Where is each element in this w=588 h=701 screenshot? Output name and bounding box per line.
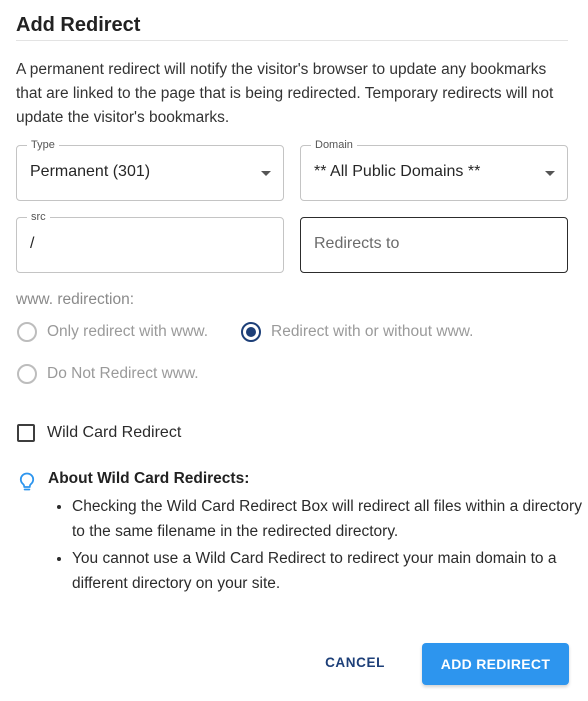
wildcard-redirect-checkbox[interactable]: Wild Card Redirect (17, 424, 181, 442)
radio-do-not-redirect-www[interactable]: Do Not Redirect www. (17, 364, 199, 384)
radio-label: Do Not Redirect www. (47, 365, 199, 382)
domain-select-value: ** All Public Domains ** (314, 163, 481, 180)
chevron-down-icon (261, 171, 271, 176)
info-title: About Wild Card Redirects: (48, 470, 250, 487)
info-list: Checking the Wild Card Redirect Box will… (48, 494, 588, 598)
info-list-item: You cannot use a Wild Card Redirect to r… (72, 546, 588, 596)
wildcard-redirect-label: Wild Card Redirect (47, 424, 182, 441)
info-list-item: Checking the Wild Card Redirect Box will… (72, 494, 588, 544)
radio-label: Only redirect with www. (47, 323, 209, 340)
radio-label: Redirect with or without www. (271, 323, 474, 340)
type-select[interactable]: Type Permanent (301) (16, 138, 284, 201)
cancel-button[interactable]: CANCEL (312, 648, 398, 676)
checkbox-icon (17, 424, 35, 442)
domain-select[interactable]: Domain ** All Public Domains ** (300, 138, 568, 201)
chevron-down-icon (545, 171, 555, 176)
www-redirection-label: www. redirection: (16, 291, 135, 308)
add-redirect-button[interactable]: ADD REDIRECT (422, 643, 569, 685)
dialog-title: Add Redirect (16, 14, 141, 36)
dialog-description: A permanent redirect will notify the vis… (16, 61, 554, 126)
type-select-label: Type (27, 138, 59, 152)
type-select-value: Permanent (301) (30, 163, 151, 180)
domain-select-label: Domain (311, 138, 357, 152)
lightbulb-icon (19, 472, 35, 497)
radio-button-icon (17, 322, 37, 342)
src-field-label: src (27, 210, 50, 224)
redirects-to-field[interactable]: Redirects to (300, 217, 568, 273)
radio-only-with-www[interactable]: Only redirect with www. (17, 322, 208, 342)
src-field[interactable]: src / (16, 210, 284, 273)
redirects-to-placeholder: Redirects to (314, 235, 400, 252)
radio-with-or-without-www[interactable]: Redirect with or without www. (241, 322, 473, 342)
radio-button-icon (17, 364, 37, 384)
radio-button-checked-icon (241, 322, 261, 342)
src-field-value: / (30, 235, 35, 252)
title-divider (16, 40, 568, 41)
